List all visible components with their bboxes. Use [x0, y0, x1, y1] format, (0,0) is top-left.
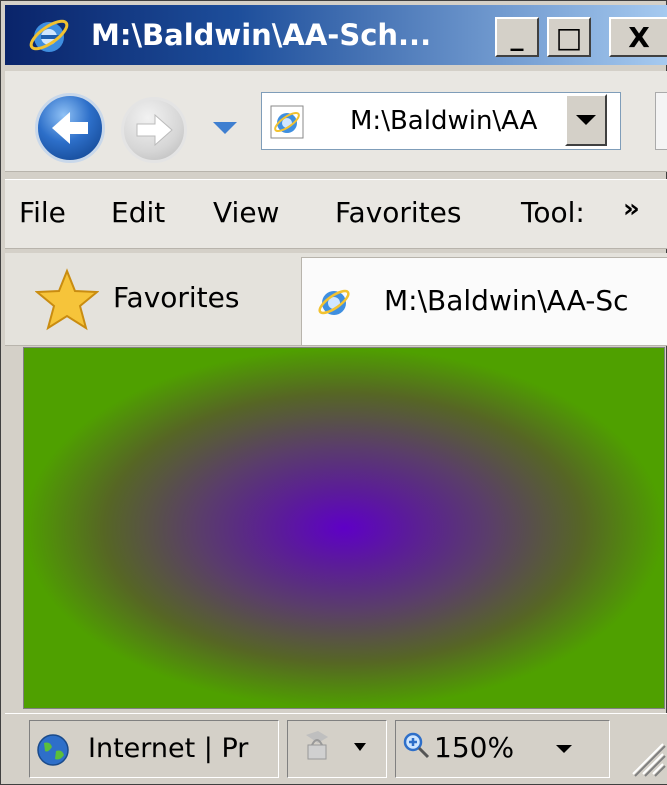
zoom-dropdown-icon: [556, 745, 572, 753]
favorites-star-icon[interactable]: [35, 267, 99, 331]
menu-view[interactable]: View: [213, 196, 279, 229]
menu-tools[interactable]: Tool:: [521, 196, 585, 229]
zoom-level: 150%: [434, 731, 515, 764]
menu-file[interactable]: File: [19, 196, 66, 229]
zone-text: Internet | Pr: [88, 733, 249, 764]
tab-label: M:\Baldwin\AA-Sc: [384, 284, 629, 317]
menu-overflow-chevron-icon[interactable]: »: [623, 194, 640, 224]
window-title: M:\Baldwin\AA-Sch...: [91, 18, 432, 52]
zoom-control[interactable]: 150%: [395, 720, 610, 778]
content-left-border: [5, 347, 23, 709]
chevron-down-icon: [576, 115, 596, 125]
status-bar: Internet | Pr 150%: [5, 713, 667, 784]
forward-arrow-icon: [136, 113, 173, 147]
navigation-bar: M:\Baldwin\AA: [5, 71, 667, 172]
back-button[interactable]: [35, 93, 105, 163]
address-dropdown-button[interactable]: [565, 94, 607, 146]
zoom-magnifier-icon: [403, 732, 430, 759]
favorites-button[interactable]: Favorites: [113, 281, 239, 314]
lock-dropdown-icon: [306, 731, 366, 760]
close-icon: X: [628, 20, 650, 54]
favorites-bar: Favorites M:\Baldwin\AA-Sc: [5, 253, 667, 346]
close-button[interactable]: X: [609, 17, 667, 57]
minimize-button[interactable]: _: [495, 17, 539, 57]
menu-favorites[interactable]: Favorites: [335, 196, 461, 229]
globe-icon: [37, 734, 69, 766]
ie-logo-icon: [29, 19, 69, 52]
ie-tab-icon: [318, 289, 350, 315]
menu-edit[interactable]: Edit: [111, 196, 165, 229]
minimize-icon: _: [510, 22, 524, 52]
maximize-button[interactable]: □: [547, 17, 591, 57]
resize-grip-icon[interactable]: [623, 734, 667, 778]
page-content-radial-gradient: [23, 347, 665, 709]
protected-mode-panel[interactable]: [287, 720, 387, 778]
title-bar[interactable]: M:\Baldwin\AA-Sch... _ □ X: [5, 5, 667, 65]
tab-current-page[interactable]: M:\Baldwin\AA-Sc: [301, 257, 667, 345]
browser-window: M:\Baldwin\AA-Sch... _ □ X M:\Baldwin\AA…: [0, 0, 667, 785]
security-zone-panel[interactable]: Internet | Pr: [29, 720, 279, 778]
maximize-icon: □: [555, 20, 583, 54]
back-arrow-icon: [52, 112, 88, 144]
forward-button[interactable]: [121, 97, 187, 163]
page-ie-icon: [270, 105, 304, 139]
menu-bar: File Edit View Favorites Tool: »: [5, 179, 667, 249]
recent-pages-dropdown-icon[interactable]: [210, 119, 240, 137]
refresh-button[interactable]: [655, 92, 667, 150]
